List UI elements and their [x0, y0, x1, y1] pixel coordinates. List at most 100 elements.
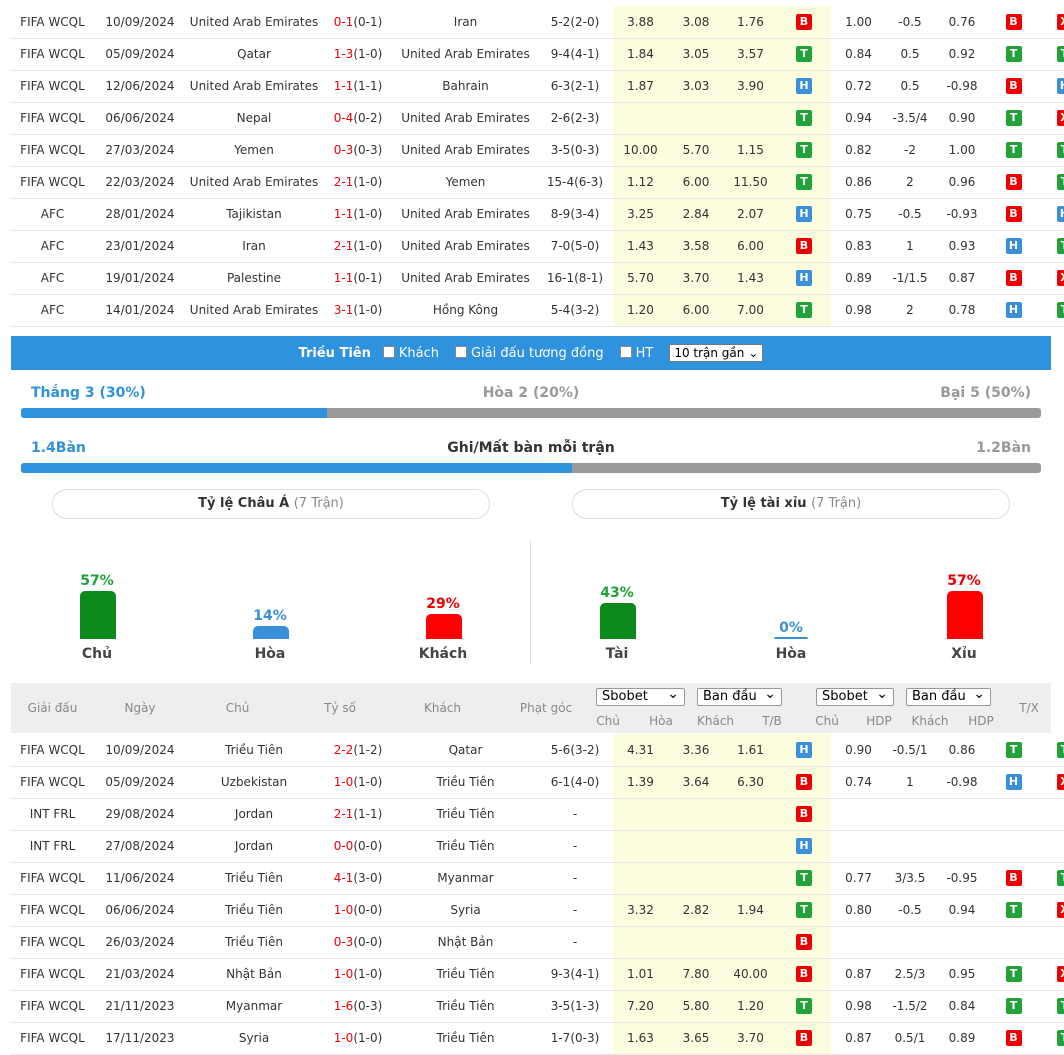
odds-draw: 3.36 [668, 734, 724, 767]
away-team[interactable]: Myanmar [394, 862, 537, 895]
top-results-table: FIFA WCQL 10/09/2024 United Arab Emirates 0… [11, 6, 1064, 327]
ou-under-pct: 57% [947, 573, 981, 589]
home-team[interactable]: Jordan [186, 798, 322, 831]
away-team[interactable]: United Arab Emirates [394, 262, 537, 295]
away-team[interactable]: United Arab Emirates [394, 230, 537, 263]
hdp-badge: H [1005, 774, 1022, 790]
league-cell[interactable]: INT FRL [11, 798, 94, 831]
league-cell[interactable]: FIFA WCQL [11, 70, 94, 103]
away-team[interactable]: United Arab Emirates [394, 102, 537, 135]
ht-checkbox[interactable] [619, 345, 632, 358]
home-team[interactable]: Yemen [186, 134, 322, 167]
tb-badge: B [796, 774, 812, 790]
league-cell[interactable]: FIFA WCQL [11, 734, 94, 767]
home-team[interactable]: Triều Tiên [186, 862, 322, 895]
match-count-select[interactable]: 10 trận gần ⌄ [669, 344, 764, 362]
away-team[interactable]: United Arab Emirates [394, 38, 537, 71]
home-team[interactable]: Iran [186, 230, 322, 263]
away-team[interactable]: Triều Tiên [394, 958, 537, 991]
away-team[interactable]: Triều Tiên [394, 1022, 537, 1055]
odds-home [613, 102, 668, 135]
league-cell[interactable]: FIFA WCQL [11, 894, 94, 927]
match-row: FIFA WCQL 27/03/2024 Yemen 0-3(0-3) United A… [11, 134, 1064, 167]
odds-type-select-1[interactable]: Ban đầu [697, 686, 782, 706]
league-cell[interactable]: AFC [11, 198, 94, 231]
away-team[interactable]: Qatar [394, 734, 537, 767]
league-cell[interactable]: AFC [11, 294, 94, 327]
league-cell[interactable]: FIFA WCQL [11, 38, 94, 71]
league-cell[interactable]: FIFA WCQL [11, 102, 94, 135]
tb-badge: B [796, 1030, 812, 1046]
league-cell[interactable]: FIFA WCQL [11, 990, 94, 1023]
corner-cell: - [537, 830, 613, 863]
away-team[interactable]: Triều Tiên [394, 766, 537, 799]
home-team[interactable]: United Arab Emirates [186, 6, 322, 39]
home-team[interactable]: Myanmar [186, 990, 322, 1023]
away-team[interactable]: Triều Tiên [394, 990, 537, 1023]
away-team[interactable]: Yemen [394, 166, 537, 199]
home-team[interactable]: Qatar [186, 38, 322, 71]
home-team[interactable]: Palestine [186, 262, 322, 295]
match-row: FIFA WCQL 05/09/2024 Qatar 1-3(1-0) United A… [11, 38, 1064, 71]
league-cell[interactable]: AFC [11, 262, 94, 295]
league-cell[interactable]: FIFA WCQL [11, 166, 94, 199]
hdp-badge: T [1005, 142, 1022, 158]
league-cell[interactable]: FIFA WCQL [11, 958, 94, 991]
filter-bar: Triều Tiên Khách Giải đấu tương đồng HT … [11, 336, 1051, 370]
home-team[interactable]: Jordan [186, 830, 322, 863]
ht-label: HT [635, 345, 654, 361]
tb-cell: B [777, 1022, 831, 1055]
match-row: AFC 23/01/2024 Iran 2-1(1-0) United Arab Emi… [11, 230, 1064, 263]
tb-cell: H [777, 70, 831, 103]
home-team[interactable]: Tajikistan [186, 198, 322, 231]
away-team[interactable]: Triều Tiên [394, 798, 537, 831]
half-time-score: (0-0) [353, 903, 383, 917]
score-cell: 0-3(0-0) [322, 926, 394, 959]
odds-away [724, 862, 777, 895]
same-league-checkbox[interactable] [454, 345, 467, 358]
ah-line: 2 [886, 294, 934, 327]
league-cell[interactable]: FIFA WCQL [11, 926, 94, 959]
same-league-filter[interactable]: Giải đấu tương đồng [454, 345, 604, 361]
home-team[interactable]: Triều Tiên [186, 734, 322, 767]
home-team[interactable]: United Arab Emirates [186, 70, 322, 103]
col-odds-away: Khách [696, 714, 735, 728]
away-team[interactable]: Triều Tiên [394, 830, 537, 863]
away-team[interactable]: Bahrain [394, 70, 537, 103]
away-checkbox[interactable] [382, 345, 395, 358]
home-team[interactable]: United Arab Emirates [186, 166, 322, 199]
away-team[interactable]: United Arab Emirates [394, 198, 537, 231]
home-team[interactable]: Nhật Bản [186, 958, 322, 991]
away-team[interactable]: Iran [394, 6, 537, 39]
league-cell[interactable]: FIFA WCQL [11, 862, 94, 895]
league-cell[interactable]: FIFA WCQL [11, 6, 94, 39]
home-team[interactable]: Syria [186, 1022, 322, 1055]
home-team[interactable]: Triều Tiên [186, 926, 322, 959]
home-team[interactable]: Triều Tiên [186, 894, 322, 927]
away-filter[interactable]: Khách [382, 345, 439, 361]
tx-cell: T [1037, 294, 1064, 327]
away-team[interactable]: Nhật Bản [394, 926, 537, 959]
away-team[interactable]: United Arab Emirates [394, 134, 537, 167]
ou-under-bar [947, 591, 983, 639]
league-cell[interactable]: AFC [11, 230, 94, 263]
league-cell[interactable]: FIFA WCQL [11, 134, 94, 167]
league-cell[interactable]: INT FRL [11, 830, 94, 863]
away-team[interactable]: Syria [394, 894, 537, 927]
corner-cell: 9-4(4-1) [537, 38, 613, 71]
home-team[interactable]: Nepal [186, 102, 322, 135]
bookmaker-select-1[interactable]: Sbobet [596, 686, 685, 706]
col-date: Ngày [124, 701, 156, 715]
hdp-cell: B [990, 166, 1037, 199]
tx-cell: T [1037, 230, 1064, 263]
bookmaker-select-2[interactable]: Sbobet [816, 686, 894, 706]
league-cell[interactable]: FIFA WCQL [11, 766, 94, 799]
odds-type-select-2[interactable]: Ban đầu [906, 686, 991, 706]
away-team[interactable]: Hồng Kông [394, 294, 537, 327]
home-team[interactable]: Uzbekistan [186, 766, 322, 799]
half-time-score: (0-1) [353, 271, 383, 285]
ht-filter[interactable]: HT [619, 345, 654, 361]
home-team[interactable]: United Arab Emirates [186, 294, 322, 327]
league-cell[interactable]: FIFA WCQL [11, 1022, 94, 1055]
ah-line: 2.5/3 [886, 958, 934, 991]
